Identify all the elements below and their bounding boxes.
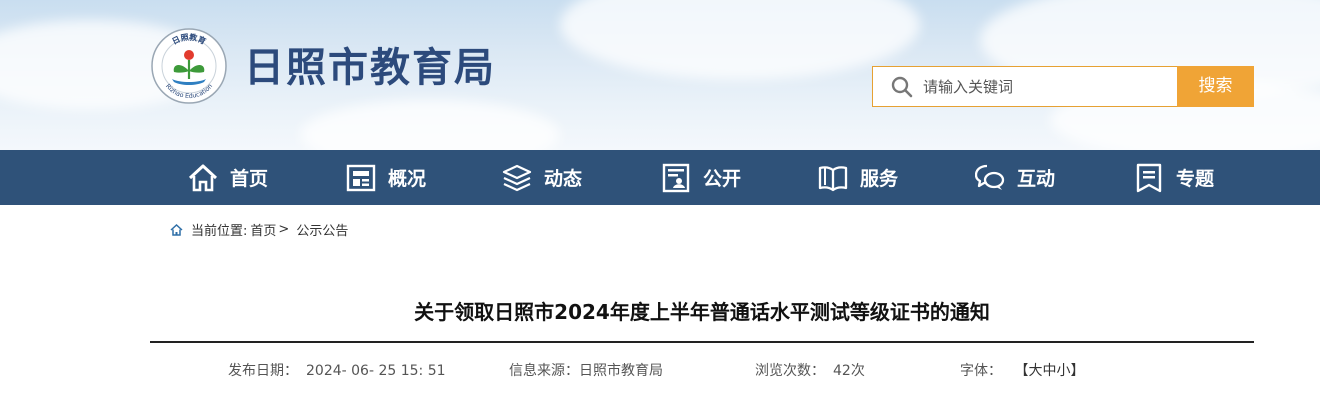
chat-icon bbox=[975, 164, 1005, 190]
layers-icon bbox=[502, 164, 532, 191]
book-icon bbox=[818, 165, 848, 191]
nav-item-interaction[interactable]: 互动 bbox=[975, 150, 1055, 205]
publish-date-label: 发布日期： bbox=[228, 363, 298, 379]
font-small-button[interactable]: 小 bbox=[1056, 363, 1070, 379]
search-input[interactable] bbox=[923, 67, 1173, 106]
breadcrumb-separator: > bbox=[278, 222, 290, 237]
nav-label: 公开 bbox=[703, 168, 742, 190]
breadcrumb-current-link[interactable]: 公示公告 bbox=[296, 220, 348, 239]
view-count-label: 浏览次数： bbox=[755, 363, 825, 379]
disclosure-icon bbox=[662, 163, 690, 192]
nav-label: 服务 bbox=[860, 168, 899, 190]
breadcrumb-home-link[interactable]: 首页 bbox=[250, 220, 276, 239]
publish-date-value: 2024- 06- 25 15: 51 bbox=[306, 363, 446, 379]
nav-label: 首页 bbox=[230, 168, 269, 190]
nav-item-disclosure[interactable]: 公开 bbox=[661, 150, 741, 205]
breadcrumb-prefix: 当前位置: bbox=[191, 224, 248, 239]
publish-date: 发布日期： 2024- 06- 25 15: 51 bbox=[228, 360, 446, 380]
search-button[interactable]: 搜索 bbox=[1177, 66, 1254, 107]
nav-label: 互动 bbox=[1017, 168, 1056, 190]
font-bracket-close: 】 bbox=[1070, 363, 1085, 379]
info-source: 信息来源：日照市教育局 bbox=[509, 360, 663, 380]
nav-item-topics[interactable]: 专题 bbox=[1134, 150, 1214, 205]
nav-item-home[interactable]: 首页 bbox=[188, 150, 268, 205]
font-size-label: 字体： bbox=[960, 363, 1002, 379]
breadcrumb: 当前位置: 首页 > 公示公告 bbox=[170, 220, 348, 239]
home-icon bbox=[188, 164, 218, 191]
nav-item-overview[interactable]: 概况 bbox=[346, 150, 426, 205]
font-large-button[interactable]: 大 bbox=[1028, 363, 1042, 379]
nav-label: 专题 bbox=[1176, 168, 1215, 190]
overview-icon bbox=[346, 164, 376, 191]
view-count-value: 42次 bbox=[833, 363, 865, 379]
font-size-control: 字体： 【大中小】 bbox=[960, 360, 1084, 380]
nav-label: 动态 bbox=[544, 168, 583, 190]
font-medium-button[interactable]: 中 bbox=[1042, 363, 1056, 379]
font-bracket-open: 【 bbox=[1014, 363, 1029, 379]
info-source-value: 日照市教育局 bbox=[579, 363, 663, 379]
article-title: 关于领取日照市2024年度上半年普通话水平测试等级证书的通知 bbox=[414, 300, 990, 324]
site-title[interactable]: 日照市教育局 bbox=[244, 40, 496, 96]
home-icon bbox=[170, 223, 183, 236]
bookmark-icon bbox=[1136, 163, 1162, 192]
search-icon bbox=[891, 76, 913, 98]
rizhao-education-emblem[interactable]: 日照教育 Rizhao Education bbox=[150, 27, 228, 105]
nav-label: 概况 bbox=[388, 168, 427, 190]
main-nav: 首页 概况 动态 公开 服务 互动 专题 bbox=[0, 150, 1320, 205]
nav-item-news[interactable]: 动态 bbox=[502, 150, 582, 205]
nav-item-service[interactable]: 服务 bbox=[818, 150, 898, 205]
title-divider bbox=[150, 341, 1254, 343]
info-source-label: 信息来源： bbox=[509, 363, 579, 379]
view-count: 浏览次数： 42次 bbox=[755, 360, 865, 380]
search-box bbox=[872, 66, 1178, 107]
